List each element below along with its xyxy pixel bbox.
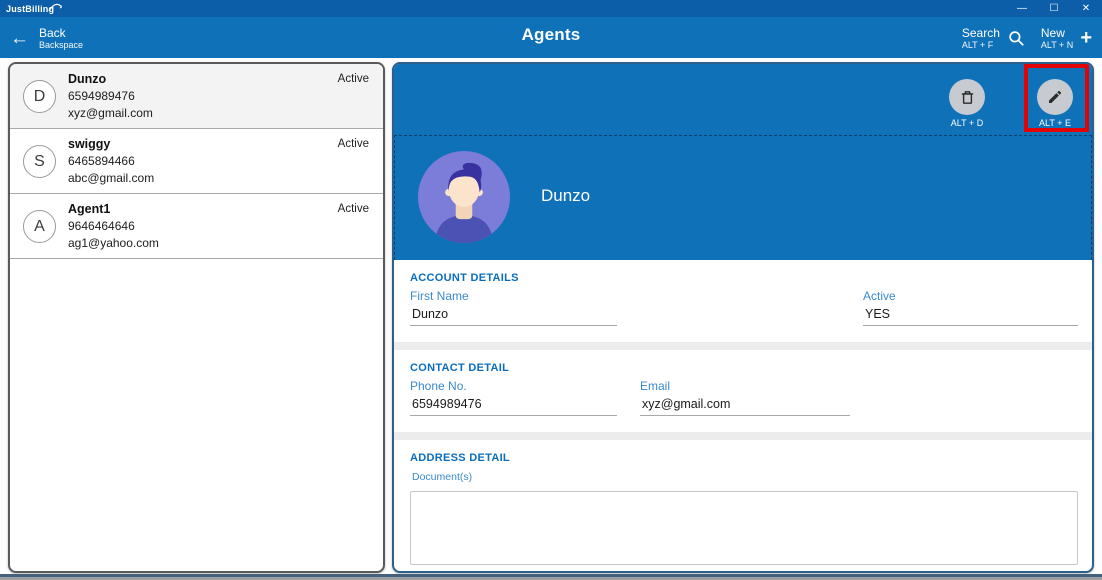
agent-info: Agent1 9646464646 ag1@yahoo.com: [68, 201, 159, 252]
app-window: JustBilling — ☐ ✕ ← Back Backspace Agent…: [0, 0, 1102, 580]
window-bottom-edge: [0, 574, 1102, 580]
detail-header-focus: Dunzo: [394, 135, 1092, 260]
phone-value: 6594989476: [410, 394, 617, 416]
minimize-button[interactable]: —: [1006, 0, 1038, 17]
edit-shortcut: ALT + E: [1039, 118, 1071, 128]
agent-initial: D: [34, 88, 46, 106]
section-title-contact: CONTACT DETAIL: [410, 362, 1092, 374]
agent-name: Agent1: [68, 201, 159, 218]
agent-email: abc@gmail.com: [68, 170, 154, 187]
section-separator: [394, 342, 1092, 350]
active-value: YES: [863, 304, 1078, 326]
agent-email: xyz@gmail.com: [68, 105, 153, 122]
navbar: ← Back Backspace Agents Search ALT + F N…: [0, 17, 1102, 58]
pencil-icon: [1047, 89, 1063, 105]
agent-list-item-agent1[interactable]: A Agent1 9646464646 ag1@yahoo.com Active: [10, 194, 383, 259]
agent-list-item-swiggy[interactable]: S swiggy 6465894466 abc@gmail.com Active: [10, 129, 383, 194]
agent-status-badge: Active: [338, 73, 369, 85]
new-label: New: [1041, 26, 1073, 40]
documents-label: Document(s): [412, 471, 1092, 483]
delete-button[interactable]: ALT + D: [946, 79, 988, 128]
first-name-value: Dunzo: [410, 304, 617, 326]
documents-dropzone[interactable]: [410, 491, 1078, 565]
agent-status-badge: Active: [338, 138, 369, 150]
app-logo: JustBilling: [0, 4, 54, 14]
agent-initial: S: [34, 153, 45, 171]
phone-label: Phone No.: [410, 379, 617, 394]
agent-name: swiggy: [68, 136, 154, 153]
search-icon: [1007, 29, 1025, 47]
new-shortcut: ALT + N: [1041, 40, 1073, 51]
agent-list-panel: D Dunzo 6594989476 xyz@gmail.com Active …: [8, 62, 385, 573]
trash-icon: [959, 89, 976, 106]
agent-avatar: S: [23, 145, 56, 178]
agent-name: Dunzo: [68, 71, 153, 88]
page-title: Agents: [0, 25, 1102, 45]
search-label: Search: [962, 26, 1000, 40]
phone-field[interactable]: Phone No. 6594989476: [410, 379, 617, 416]
detail-header: ALT + D ALT + E: [394, 64, 1092, 260]
logo-swoosh-icon: [48, 1, 64, 13]
detail-action-buttons: ALT + D ALT + E: [946, 79, 1076, 128]
agent-status-badge: Active: [338, 203, 369, 215]
maximize-button[interactable]: ☐: [1038, 0, 1070, 17]
active-field[interactable]: Active YES: [863, 289, 1078, 326]
email-label: Email: [640, 379, 850, 394]
window-controls: — ☐ ✕: [1006, 0, 1102, 17]
agent-phone: 6465894466: [68, 153, 154, 170]
agent-info: swiggy 6465894466 abc@gmail.com: [68, 136, 154, 187]
agent-phone: 9646464646: [68, 218, 159, 235]
active-label: Active: [863, 289, 1078, 304]
app-logo-text: JustBilling: [6, 4, 54, 14]
first-name-label: First Name: [410, 289, 617, 304]
delete-shortcut: ALT + D: [951, 118, 983, 128]
contact-fields-row: Phone No. 6594989476 Email xyz@gmail.com: [394, 379, 1092, 423]
titlebar: JustBilling — ☐ ✕: [0, 0, 1102, 17]
account-fields-row: First Name Dunzo Active YES: [394, 289, 1092, 333]
search-button[interactable]: Search ALT + F: [962, 26, 1025, 51]
first-name-field[interactable]: First Name Dunzo: [410, 289, 617, 326]
section-title-account: ACCOUNT DETAILS: [410, 272, 1092, 284]
new-button[interactable]: New ALT + N +: [1041, 26, 1092, 51]
email-field[interactable]: Email xyz@gmail.com: [640, 379, 850, 416]
agent-avatar: D: [23, 80, 56, 113]
agent-list-item-dunzo[interactable]: D Dunzo 6594989476 xyz@gmail.com Active: [10, 64, 383, 129]
agent-info: Dunzo 6594989476 xyz@gmail.com: [68, 71, 153, 122]
agent-portrait-avatar: [418, 151, 510, 243]
email-value: xyz@gmail.com: [640, 394, 850, 416]
plus-icon: +: [1080, 28, 1092, 48]
agent-avatar: A: [23, 210, 56, 243]
search-shortcut: ALT + F: [962, 40, 1000, 51]
agent-initial: A: [34, 218, 45, 236]
agent-phone: 6594989476: [68, 88, 153, 105]
agent-email: ag1@yahoo.com: [68, 235, 159, 252]
navbar-actions: Search ALT + F New ALT + N +: [962, 21, 1092, 55]
edit-button[interactable]: ALT + E: [1034, 79, 1076, 128]
close-button[interactable]: ✕: [1070, 0, 1102, 17]
section-separator: [394, 432, 1092, 440]
section-title-address: ADDRESS DETAIL: [410, 452, 1092, 464]
detail-agent-name: Dunzo: [541, 186, 590, 206]
agent-detail-panel: ALT + D ALT + E: [392, 62, 1094, 573]
